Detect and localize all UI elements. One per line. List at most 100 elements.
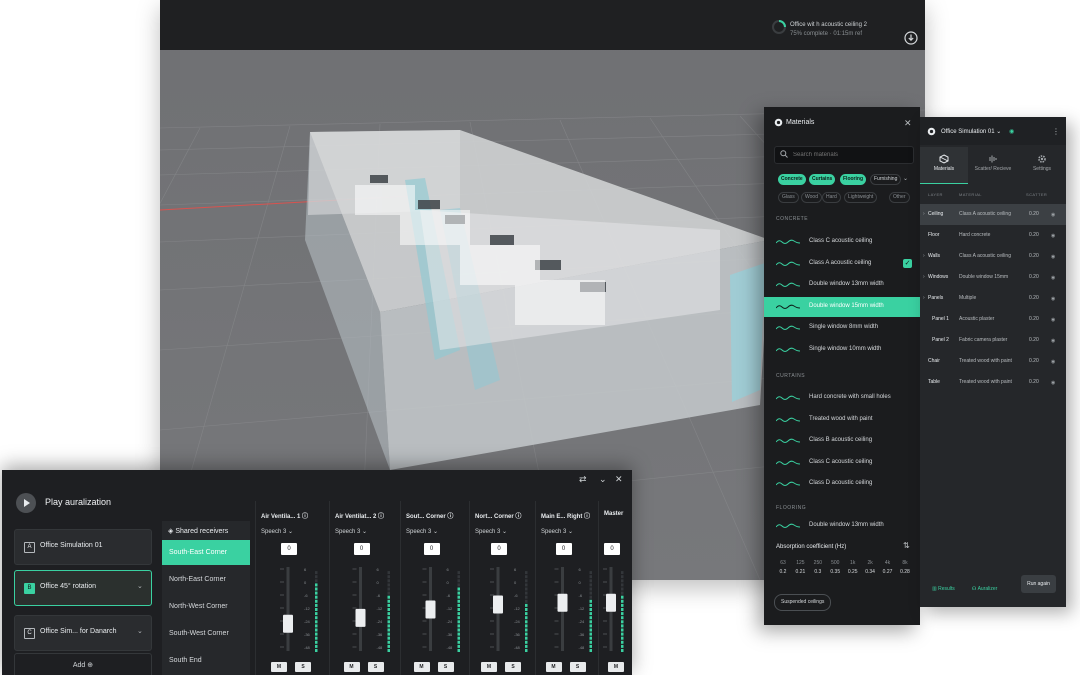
receiver-item[interactable]: South-West Corner (162, 621, 250, 646)
check-icon[interactable]: ✓ (903, 258, 912, 268)
fader-handle[interactable] (606, 593, 616, 612)
fader-handle[interactable] (425, 600, 436, 619)
chevron-down-icon[interactable]: ⌄ (903, 175, 908, 182)
chevron-down-icon[interactable]: ⌄ (599, 474, 607, 485)
filter-chip-concrete[interactable]: Concrete (778, 174, 806, 185)
fader-handle[interactable] (355, 608, 366, 627)
chevron-down-icon[interactable]: ⌄ (137, 582, 143, 590)
simulation-card-b[interactable]: B Office 45° rotation ⌄ (14, 570, 152, 606)
filter-chip-hard[interactable]: Hard (822, 192, 841, 203)
visibility-eye-icon[interactable]: ◉ (1051, 296, 1055, 302)
layer-row[interactable]: Table Treated wood with paint 0.20 ◉ (920, 372, 1066, 393)
visibility-eye-icon[interactable]: ◉ (1051, 317, 1055, 323)
layer-row[interactable]: Chair Treated wood with paint 0.20 ◉ (920, 351, 1066, 372)
material-item[interactable]: Double window 15mm width (764, 296, 920, 317)
sliders-icon[interactable]: ⇅ (903, 541, 910, 550)
gain-value[interactable]: 0 (604, 543, 620, 555)
gain-value[interactable]: 0 (423, 543, 440, 555)
visibility-eye-icon[interactable]: ◉ (1051, 380, 1055, 386)
mute-button[interactable]: M (343, 662, 360, 672)
material-item[interactable]: Single window 8mm width (764, 318, 920, 338)
solo-button[interactable]: S (569, 662, 586, 672)
close-icon[interactable]: ✕ (904, 118, 912, 129)
preset-select[interactable]: Speech 3 ⌄ (406, 528, 438, 535)
mute-button[interactable]: M (413, 662, 430, 672)
tab-materials[interactable]: Materials (920, 147, 968, 184)
visibility-eye-icon[interactable]: ◉ (1051, 359, 1055, 365)
layer-row[interactable]: Panel 2 Fabric camera plaster 0.20 ◉ (920, 330, 1066, 351)
material-item[interactable]: Class C acoustic ceiling (764, 453, 920, 473)
gain-value[interactable]: 0 (555, 543, 572, 555)
material-item[interactable]: Class D acoustic ceiling (764, 474, 920, 494)
chevron-down-icon[interactable]: ⌄ (137, 627, 143, 635)
filter-chip-other[interactable]: Other (889, 192, 910, 203)
auralizer-button[interactable]: ☊ Auralizer (972, 586, 997, 592)
tab-settings[interactable]: Settings (1018, 147, 1066, 183)
preset-select[interactable]: Speech 3 ⌄ (335, 528, 367, 535)
receiver-item[interactable]: North-East Corner (162, 567, 250, 592)
visibility-eye-icon[interactable]: ◉ (1051, 254, 1055, 260)
solo-button[interactable]: S (367, 662, 384, 672)
receiver-item[interactable]: South End (162, 648, 250, 673)
simulation-card-a[interactable]: A Office Simulation 01 (14, 529, 152, 565)
material-item[interactable]: Hard concrete with small holes (764, 388, 920, 408)
visibility-eye-icon[interactable]: ◉ (1051, 338, 1055, 344)
material-item[interactable]: Double window 13mm width (764, 275, 920, 295)
add-simulation-button[interactable]: Add ⊕ (14, 653, 152, 675)
expand-chevron-icon[interactable]: › (923, 211, 925, 217)
gain-value[interactable]: 0 (281, 543, 297, 555)
preset-select[interactable]: Speech 3 ⌄ (475, 528, 507, 535)
gain-value[interactable]: 0 (491, 543, 507, 555)
layer-row[interactable]: Panel 1 Acoustic plaster 0.20 ◉ (920, 309, 1066, 330)
expand-chevron-icon[interactable]: › (923, 274, 925, 280)
fader-handle[interactable] (283, 614, 293, 633)
mute-button[interactable]: M (481, 662, 497, 672)
material-item[interactable]: Double window 13mm width (764, 516, 920, 536)
expand-chevron-icon[interactable]: › (923, 295, 925, 301)
info-icon[interactable]: ⓘ (514, 514, 521, 520)
materials-search[interactable] (774, 146, 914, 164)
filter-chip-glass[interactable]: Glass (778, 192, 799, 203)
visibility-eye-icon[interactable]: ◉ (1051, 212, 1055, 218)
search-input[interactable] (791, 148, 913, 162)
preset-select[interactable]: Speech 3 ⌄ (261, 528, 293, 535)
material-item[interactable]: Class B acoustic ceiling (764, 431, 920, 451)
filter-chip-flooring[interactable]: Flooring (840, 174, 866, 185)
settings-sliders-icon[interactable]: ⇄ (579, 474, 587, 485)
gain-value[interactable]: 0 (353, 543, 370, 555)
expand-chevron-icon[interactable]: › (923, 253, 925, 259)
layer-row[interactable]: › Walls Class A acoustic ceiling 0.20 ◉ (920, 246, 1066, 267)
fader-handle[interactable] (557, 593, 568, 612)
results-button[interactable]: ▥ Results (932, 586, 955, 592)
visibility-eye-icon[interactable]: ◉ (1051, 233, 1055, 239)
fader-handle[interactable] (493, 595, 503, 614)
close-icon[interactable]: ✕ (615, 474, 623, 485)
filter-chip-lightweight[interactable]: Lightweight (844, 192, 878, 203)
layer-row[interactable]: › Panels Multiple 0.20 ◉ (920, 288, 1066, 309)
more-options-icon[interactable]: ⋮ (1052, 127, 1060, 136)
info-icon[interactable]: ⓘ (446, 514, 453, 520)
filter-chip-wood[interactable]: Wood (801, 192, 822, 203)
simulation-title[interactable]: Office Simulation 01 ⌄ ◉ (941, 128, 1014, 135)
info-icon[interactable]: ⓘ (376, 514, 384, 520)
material-item[interactable]: Treated wood with paint (764, 410, 920, 430)
filter-chip-curtains[interactable]: Curtains (809, 174, 836, 185)
play-icon[interactable] (16, 493, 36, 513)
suspended-ceilings-chip[interactable]: Suspended ceilings (774, 594, 832, 611)
visibility-eye-icon[interactable]: ◉ (1051, 275, 1055, 281)
solo-button[interactable]: S (437, 662, 454, 672)
layer-row[interactable]: › Windows Double window 15mm 0.20 ◉ (920, 267, 1066, 288)
material-item[interactable]: Single window 10mm width (764, 340, 920, 360)
mute-button[interactable]: M (545, 662, 562, 672)
preset-select[interactable]: Speech 3 ⌄ (541, 528, 573, 535)
simulation-card-c[interactable]: C Office Sim... for Danarch ⌄ (14, 615, 152, 651)
info-icon[interactable]: ⓘ (300, 514, 308, 520)
info-icon[interactable]: ⓘ (582, 514, 590, 520)
solo-button[interactable]: S (295, 662, 311, 672)
filter-chip-furnishing[interactable]: Furnishing (870, 174, 902, 185)
tab-scatter-recieve[interactable]: Scatter/ Recieve (969, 147, 1017, 183)
receiver-item[interactable]: North-West Corner (162, 594, 250, 619)
receiver-item[interactable]: South-East Corner (162, 540, 250, 565)
material-item[interactable]: Class C acoustic ceiling (764, 232, 920, 252)
material-item[interactable]: Class A acoustic ceiling ✓ (764, 254, 920, 274)
